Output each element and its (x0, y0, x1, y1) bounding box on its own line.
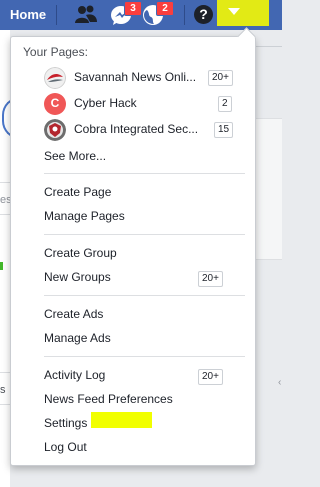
cyber-hack-avatar: C (44, 93, 66, 115)
divider (256, 46, 282, 47)
page-name: Cobra Integrated Sec... (74, 122, 198, 136)
background-text-fragment: s (0, 384, 6, 396)
cobra-integrated-avatar (44, 119, 66, 141)
manage-ads-link[interactable]: Manage Ads (44, 331, 111, 345)
your-pages-title: Your Pages: (23, 45, 88, 59)
background-right-card (256, 118, 282, 260)
new-groups-link[interactable]: New Groups (44, 270, 111, 284)
notification-count: 2 (218, 96, 232, 112)
see-more-link[interactable]: See More... (44, 149, 106, 163)
scroll-arrow-icon: ‹ (278, 377, 282, 388)
page-name: Cyber Hack (74, 96, 137, 110)
notifications-badge: 2 (156, 1, 174, 16)
divider (56, 5, 57, 25)
background-online-indicator (0, 262, 3, 270)
settings-link[interactable]: Settings (44, 416, 87, 430)
divider (44, 356, 245, 357)
create-page-link[interactable]: Create Page (44, 185, 111, 199)
friends-icon[interactable] (74, 4, 98, 26)
divider (44, 234, 245, 235)
notifications-globe-icon[interactable]: 2 (142, 1, 174, 26)
page-item-cobra-integrated[interactable]: Cobra Integrated Sec... 15 (44, 119, 244, 141)
messages-badge: 3 (124, 1, 142, 16)
dropdown-pointer (237, 27, 256, 46)
account-dropdown-menu: Your Pages: Savannah News Onli... 20+ C … (10, 27, 256, 466)
messenger-icon[interactable]: 3 (110, 1, 142, 26)
manage-pages-link[interactable]: Manage Pages (44, 209, 125, 223)
menu-caret-icon[interactable] (228, 8, 240, 15)
notification-count: 20+ (198, 271, 223, 287)
help-icon[interactable]: ? (194, 5, 213, 24)
divider (44, 173, 245, 174)
highlight-annotation (91, 412, 152, 428)
background-page-left (0, 30, 10, 487)
account-menu-button[interactable] (217, 0, 269, 26)
page-item-cyber-hack[interactable]: C Cyber Hack 2 (44, 93, 244, 115)
home-link[interactable]: Home (10, 7, 46, 22)
top-navigation-bar: Home 3 2 ? (0, 0, 282, 30)
page-item-savannah-news[interactable]: Savannah News Onli... 20+ (44, 67, 244, 89)
notification-count: 20+ (208, 70, 233, 86)
divider (184, 5, 185, 25)
divider (44, 295, 245, 296)
activity-log-link[interactable]: Activity Log (44, 368, 105, 382)
log-out-link[interactable]: Log Out (44, 440, 87, 454)
news-feed-preferences-link[interactable]: News Feed Preferences (44, 392, 173, 406)
page-name: Savannah News Onli... (74, 70, 197, 84)
notification-count: 20+ (198, 369, 223, 385)
notification-count: 15 (214, 122, 234, 138)
create-group-link[interactable]: Create Group (44, 246, 117, 260)
create-ads-link[interactable]: Create Ads (44, 307, 103, 321)
savannah-news-avatar (44, 67, 66, 89)
